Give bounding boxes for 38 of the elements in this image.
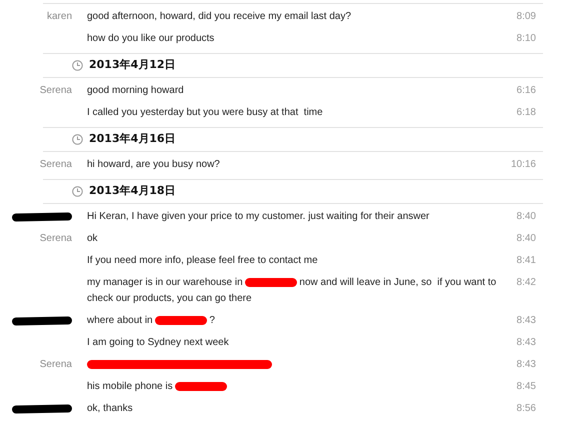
clock-icon <box>72 186 83 197</box>
message-time: 6:18 <box>516 106 536 120</box>
message-time: 8:43 <box>516 314 536 328</box>
message-text: where about in ? <box>87 314 216 328</box>
message-text: good afternoon, howard, did you receive my email last day? <box>87 10 352 24</box>
date-header: 2013年4月12日 <box>89 57 176 74</box>
sender-name: karen <box>46 10 72 24</box>
message-text: If you need more info, please feel free to contact me <box>87 254 319 268</box>
clock-icon <box>72 134 83 145</box>
sender-name: Serena <box>40 84 72 98</box>
message-text: my manager is in our warehouse in now and will leave in June, so if you want to check our products, you can go there <box>87 276 498 306</box>
clock-icon <box>72 60 83 71</box>
message-time: 8:43 <box>516 358 536 372</box>
message-text: Hi Keran, I have given your price to my customer. just waiting for their answer <box>87 210 430 224</box>
sender-name: Serena <box>40 232 72 246</box>
message-time: 8:10 <box>516 32 536 46</box>
message-time: 8:09 <box>516 10 536 24</box>
message-text: I am going to Sydney next week <box>87 336 230 350</box>
message-time: 10:16 <box>510 158 536 172</box>
message-time: 8:56 <box>516 402 536 416</box>
message-time: 8:45 <box>516 380 536 394</box>
sender-name: Serena <box>40 158 72 172</box>
message-text: his mobile phone is <box>87 379 505 395</box>
message-time: 6:16 <box>516 84 536 98</box>
message-time: 8:40 <box>516 210 536 224</box>
message-text: good morning howard <box>87 84 185 98</box>
message-text: I called you yesterday but you were busy at that time <box>87 106 324 120</box>
sender-name: Serena <box>40 358 72 372</box>
message-text: ok <box>87 232 99 246</box>
message-text: ok, thanks <box>87 402 134 416</box>
message-time: 8:42 <box>516 276 536 290</box>
message-text: how do you like our products <box>87 32 216 46</box>
message-time: 8:40 <box>516 232 536 246</box>
message-time: 8:41 <box>516 254 536 268</box>
date-header: 2013年4月16日 <box>89 131 176 148</box>
message-time: 8:43 <box>516 336 536 350</box>
date-header: 2013年4月18日 <box>89 183 176 200</box>
message-text: hi howard, are you busy now? <box>87 158 221 172</box>
